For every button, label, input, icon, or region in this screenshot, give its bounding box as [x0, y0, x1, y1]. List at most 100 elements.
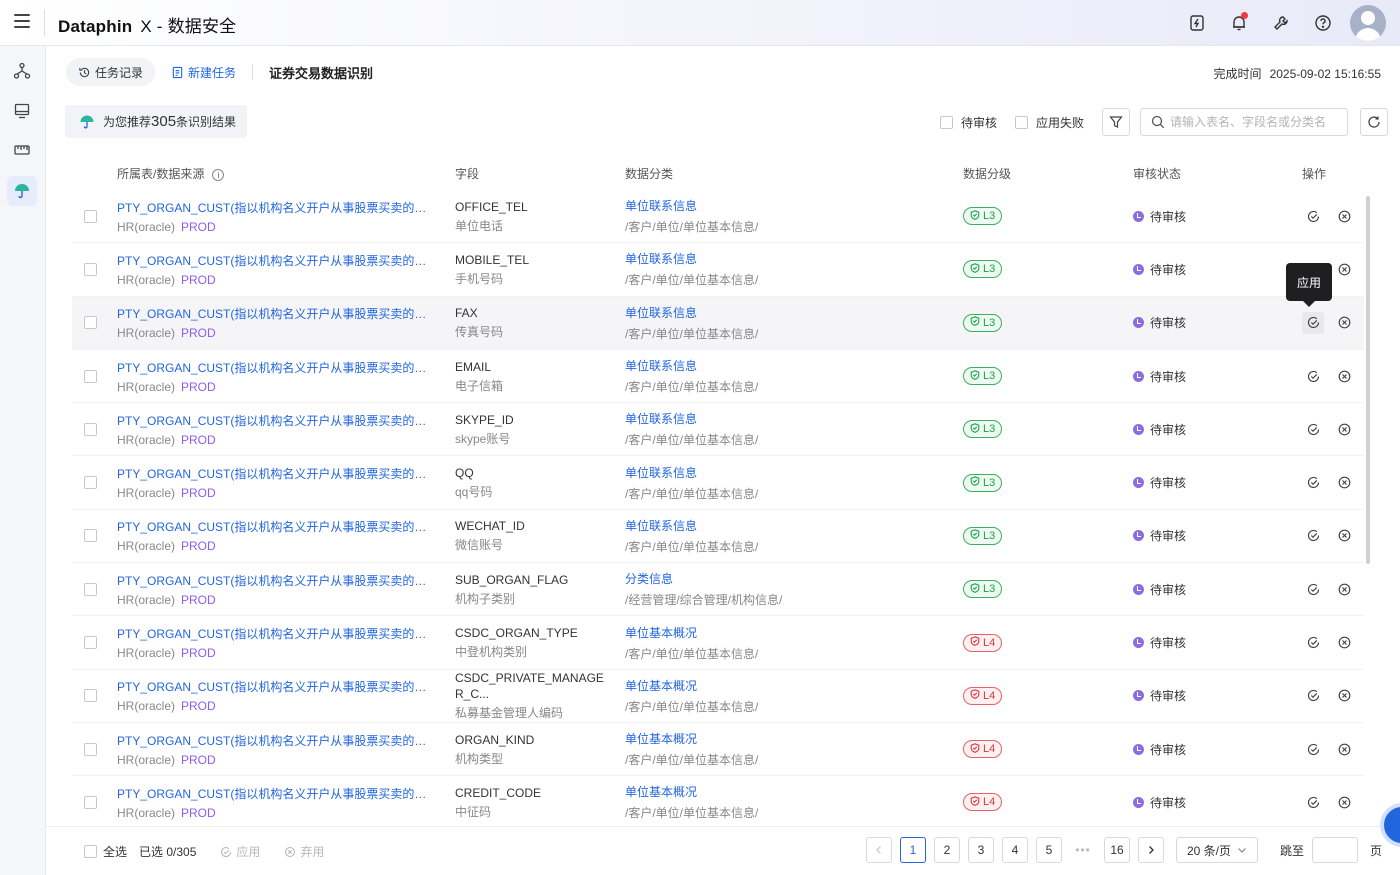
table-row[interactable]: PTY_ORGAN_CUST(指以机构名义开户从事股票买卖的投... HR(ora…: [72, 723, 1364, 777]
table-row[interactable]: PTY_ORGAN_CUST(指以机构名义开户从事股票买卖的投... HR(ora…: [72, 296, 1364, 350]
select-all-checkbox[interactable]: [84, 845, 97, 858]
search-box[interactable]: [1140, 108, 1348, 136]
table-row[interactable]: PTY_ORGAN_CUST(指以机构名义开户从事股票买卖的投... HR(ora…: [72, 563, 1364, 617]
refresh-button[interactable]: [1360, 108, 1388, 136]
row-checkbox[interactable]: [84, 262, 97, 276]
table-row[interactable]: PTY_ORGAN_CUST(指以机构名义开户从事股票买卖的投... HR(ora…: [72, 403, 1364, 457]
discard-icon[interactable]: [1333, 365, 1355, 387]
table-row[interactable]: PTY_ORGAN_CUST(指以机构名义开户从事股票买卖的投... HR(ora…: [72, 350, 1364, 404]
scrollbar[interactable]: [1366, 196, 1370, 564]
table-name-link[interactable]: PTY_ORGAN_CUST(指以机构名义开户从事股票买卖的投...: [117, 518, 427, 535]
table-row[interactable]: PTY_ORGAN_CUST(指以机构名义开户从事股票买卖的投... HR(ora…: [72, 456, 1364, 510]
pending-checkbox[interactable]: [939, 115, 953, 129]
avatar[interactable]: [1350, 5, 1386, 41]
discard-icon[interactable]: [1333, 312, 1355, 334]
search-input[interactable]: [1170, 115, 1340, 129]
jump-input[interactable]: [1312, 837, 1359, 863]
discard-icon[interactable]: [1333, 472, 1355, 494]
table-name-link[interactable]: PTY_ORGAN_CUST(指以机构名义开户从事股票买卖的投...: [117, 412, 427, 429]
table-row[interactable]: PTY_ORGAN_CUST(指以机构名义开户从事股票买卖的投... HR(ora…: [72, 616, 1364, 670]
discard-icon[interactable]: [1333, 791, 1355, 813]
discard-icon[interactable]: [1333, 632, 1355, 654]
table-name-link[interactable]: PTY_ORGAN_CUST(指以机构名义开户从事股票买卖的投...: [117, 305, 427, 322]
help-icon[interactable]: [1302, 5, 1344, 41]
table-name-link[interactable]: PTY_ORGAN_CUST(指以机构名义开户从事股票买卖的投...: [117, 785, 427, 802]
bulk-apply-button[interactable]: 应用: [220, 843, 260, 860]
row-checkbox[interactable]: [84, 742, 97, 756]
table-row[interactable]: PTY_ORGAN_CUST(指以机构名义开户从事股票买卖的投... HR(ora…: [72, 776, 1364, 830]
page-2[interactable]: 2: [934, 837, 960, 863]
apply-icon[interactable]: [1302, 418, 1324, 440]
page-1[interactable]: 1: [900, 837, 926, 863]
category-link[interactable]: 单位联系信息: [625, 410, 963, 427]
category-link[interactable]: 单位基本概况: [625, 677, 963, 694]
pending-filter[interactable]: 待审核: [939, 114, 997, 131]
row-checkbox[interactable]: [84, 422, 97, 436]
table-name-link[interactable]: PTY_ORGAN_CUST(指以机构名义开户从事股票买卖的投...: [117, 359, 427, 376]
next-page-button[interactable]: [1138, 837, 1164, 863]
discard-icon[interactable]: [1333, 205, 1355, 227]
table-name-link[interactable]: PTY_ORGAN_CUST(指以机构名义开户从事股票买卖的投...: [117, 625, 427, 642]
apply-icon[interactable]: [1302, 311, 1324, 334]
table-row[interactable]: PTY_ORGAN_CUST(指以机构名义开户从事股票买卖的投... HR(ora…: [72, 670, 1364, 723]
filter-button[interactable]: [1102, 108, 1130, 136]
apply-icon[interactable]: [1302, 205, 1324, 227]
page-4[interactable]: 4: [1002, 837, 1028, 863]
page-3[interactable]: 3: [968, 837, 994, 863]
row-checkbox[interactable]: [84, 582, 97, 596]
wrench-icon[interactable]: [1260, 5, 1302, 41]
row-checkbox[interactable]: [84, 795, 97, 809]
discard-icon[interactable]: [1333, 418, 1355, 440]
category-link[interactable]: 单位基本概况: [625, 783, 963, 800]
row-checkbox[interactable]: [84, 369, 97, 383]
page-5[interactable]: 5: [1036, 837, 1062, 863]
page-last[interactable]: 16: [1104, 837, 1130, 863]
new-task-button[interactable]: 新建任务: [171, 64, 236, 81]
apply-icon[interactable]: [1302, 685, 1324, 707]
discard-icon[interactable]: [1333, 685, 1355, 707]
row-checkbox[interactable]: [84, 209, 97, 223]
bell-icon[interactable]: [1218, 5, 1260, 41]
ruler-icon[interactable]: [7, 135, 37, 165]
table-name-link[interactable]: PTY_ORGAN_CUST(指以机构名义开户从事股票买卖的投...: [117, 732, 427, 749]
monitor-icon[interactable]: [7, 96, 37, 126]
apply-icon[interactable]: [1302, 525, 1324, 547]
table-row[interactable]: PTY_ORGAN_CUST(指以机构名义开户从事股票买卖的投... HR(ora…: [72, 510, 1364, 564]
row-checkbox[interactable]: [84, 316, 97, 330]
task-history-button[interactable]: 任务记录: [66, 58, 156, 86]
apply-icon[interactable]: [1302, 791, 1324, 813]
category-link[interactable]: 分类信息: [625, 570, 963, 587]
apply-icon[interactable]: [1302, 738, 1324, 760]
page-ellipsis[interactable]: •••: [1070, 843, 1096, 857]
discard-icon[interactable]: [1333, 738, 1355, 760]
table-row[interactable]: PTY_ORGAN_CUST(指以机构名义开户从事股票买卖的投... HR(ora…: [72, 243, 1364, 297]
umbrella-icon[interactable]: [7, 176, 37, 206]
category-link[interactable]: 单位基本概况: [625, 730, 963, 747]
info-icon[interactable]: i: [212, 168, 225, 181]
category-link[interactable]: 单位联系信息: [625, 197, 963, 214]
apply-icon[interactable]: [1302, 365, 1324, 387]
table-name-link[interactable]: PTY_ORGAN_CUST(指以机构名义开户从事股票买卖的投...: [117, 199, 427, 216]
row-checkbox[interactable]: [84, 476, 97, 490]
table-name-link[interactable]: PTY_ORGAN_CUST(指以机构名义开户从事股票买卖的投...: [117, 252, 427, 269]
failed-filter[interactable]: 应用失败: [1014, 114, 1084, 131]
row-checkbox[interactable]: [84, 529, 97, 543]
row-checkbox[interactable]: [84, 636, 97, 650]
table-name-link[interactable]: PTY_ORGAN_CUST(指以机构名义开户从事股票买卖的投...: [117, 465, 427, 482]
page-size-select[interactable]: 20 条/页: [1176, 837, 1259, 863]
discard-icon[interactable]: [1333, 578, 1355, 600]
table-name-link[interactable]: PTY_ORGAN_CUST(指以机构名义开户从事股票买卖的投...: [117, 572, 427, 589]
table-row[interactable]: PTY_ORGAN_CUST(指以机构名义开户从事股票买卖的投... HR(ora…: [72, 190, 1364, 244]
prev-page-button[interactable]: [866, 837, 892, 863]
apply-icon[interactable]: [1302, 632, 1324, 654]
bolt-doc-icon[interactable]: [1176, 5, 1218, 41]
category-link[interactable]: 单位联系信息: [625, 464, 963, 481]
bulk-discard-button[interactable]: 弃用: [284, 843, 324, 860]
category-link[interactable]: 单位联系信息: [625, 304, 963, 321]
failed-checkbox[interactable]: [1014, 115, 1028, 129]
apply-icon[interactable]: [1302, 472, 1324, 494]
discard-icon[interactable]: [1333, 525, 1355, 547]
lineage-icon[interactable]: [7, 56, 37, 86]
menu-icon[interactable]: [14, 14, 30, 30]
category-link[interactable]: 单位联系信息: [625, 357, 963, 374]
